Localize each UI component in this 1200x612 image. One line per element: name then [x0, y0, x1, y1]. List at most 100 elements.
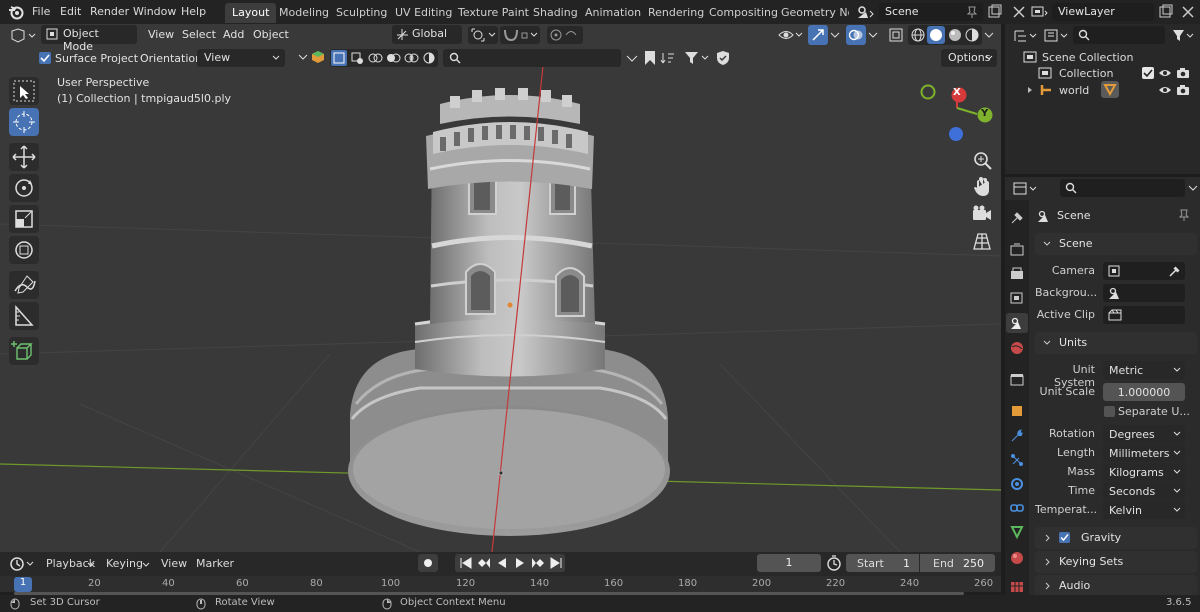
- jump-start-icon[interactable]: [459, 557, 473, 569]
- gizmo-z-axis[interactable]: [947, 125, 965, 143]
- scale-tool-button[interactable]: [9, 205, 39, 233]
- timeline-menu-view[interactable]: View: [161, 557, 187, 570]
- camera-render-icon[interactable]: [1176, 67, 1190, 79]
- viewport-menu-view[interactable]: View: [148, 28, 174, 41]
- visibility-icon[interactable]: [777, 26, 803, 44]
- playhead-frame-label[interactable]: 1: [14, 577, 32, 592]
- gravity-checkbox[interactable]: [1059, 532, 1070, 543]
- transform-orientation-dropdown[interactable]: Global: [392, 25, 462, 44]
- material-preview-icon[interactable]: [947, 27, 963, 43]
- overlays-dropdown-icon[interactable]: [868, 30, 878, 40]
- current-frame-field[interactable]: 1: [757, 554, 821, 572]
- particles-tab-icon[interactable]: [1009, 452, 1025, 468]
- blender-logo-icon[interactable]: [8, 4, 24, 20]
- record-button[interactable]: [418, 554, 438, 572]
- object-origin[interactable]: [507, 302, 513, 308]
- physics-tab-icon[interactable]: [1009, 476, 1025, 492]
- scene-icon[interactable]: [856, 4, 876, 20]
- wireframe-shading-icon[interactable]: [910, 27, 926, 43]
- constraints-tab-icon[interactable]: [1009, 500, 1025, 516]
- xray-toggle-icon[interactable]: [887, 26, 905, 44]
- gravity-panel-header[interactable]: Gravity: [1035, 527, 1197, 549]
- select-box-icon[interactable]: [331, 50, 347, 66]
- menu-edit[interactable]: Edit: [60, 5, 81, 18]
- tab-texture-paint[interactable]: Texture Paint: [451, 3, 536, 23]
- mode-selector[interactable]: Object Mode: [41, 25, 137, 53]
- menu-file[interactable]: File: [32, 5, 50, 18]
- background-field[interactable]: [1103, 284, 1185, 302]
- jump-end-icon[interactable]: [549, 557, 563, 569]
- tool-tab-icon[interactable]: [1009, 210, 1025, 226]
- start-frame-field[interactable]: Start 1: [846, 554, 919, 572]
- remove-scene-icon[interactable]: [1011, 4, 1027, 20]
- editor-type-icon[interactable]: [9, 27, 37, 45]
- keying-sets-panel-header[interactable]: Keying Sets: [1035, 551, 1197, 573]
- filter-icon[interactable]: [684, 50, 712, 66]
- jump-keyframe-forward-icon[interactable]: [531, 557, 545, 569]
- render-tab-icon[interactable]: [1009, 242, 1025, 258]
- outliner-item-world[interactable]: world: [1059, 84, 1089, 97]
- play-reverse-icon[interactable]: [495, 557, 509, 569]
- texture-tab-icon[interactable]: [1009, 580, 1025, 592]
- remove-view-layer-icon[interactable]: [1180, 4, 1196, 20]
- menu-render[interactable]: Render: [90, 5, 129, 18]
- select-extend-icon[interactable]: [349, 50, 365, 66]
- view-layer-icon[interactable]: [1030, 4, 1050, 20]
- object-tab-icon[interactable]: [1009, 403, 1025, 419]
- output-tab-icon[interactable]: [1009, 266, 1025, 282]
- view-layer-selector[interactable]: ViewLayer: [1052, 3, 1154, 21]
- material-tab-icon[interactable]: [1009, 550, 1025, 566]
- 3d-cursor[interactable]: [498, 470, 504, 476]
- eyedropper-icon[interactable]: [1168, 264, 1180, 278]
- options-dropdown[interactable]: Options: [941, 49, 997, 67]
- unit-scale-field[interactable]: 1.000000: [1103, 383, 1185, 401]
- rendered-shading-icon[interactable]: [964, 27, 980, 43]
- outliner-editor-type-icon[interactable]: [1012, 27, 1038, 45]
- viewport-menu-add[interactable]: Add: [223, 28, 244, 41]
- new-view-layer-icon[interactable]: [1158, 4, 1174, 20]
- scene-panel-header[interactable]: Scene: [1035, 233, 1197, 255]
- add-cube-tool-button[interactable]: [9, 337, 39, 365]
- modifier-wrench-icon[interactable]: [1009, 428, 1025, 444]
- tab-layout[interactable]: Layout: [225, 3, 277, 23]
- shading-dropdown-icon[interactable]: [984, 30, 994, 40]
- cursor-tool-button[interactable]: [9, 108, 39, 136]
- pin-icon[interactable]: [966, 5, 978, 19]
- mesh-data-icon[interactable]: [1101, 81, 1119, 98]
- time-dropdown[interactable]: Seconds: [1103, 482, 1185, 500]
- menu-help[interactable]: Help: [181, 5, 206, 18]
- measure-tool-button[interactable]: [9, 302, 39, 330]
- tab-modeling[interactable]: Modeling: [272, 3, 336, 23]
- end-frame-field[interactable]: End 250: [920, 554, 995, 572]
- scene-tab-icon[interactable]: [1006, 313, 1028, 333]
- tab-compositing[interactable]: Compositing: [702, 3, 785, 23]
- viewport-search-field[interactable]: [443, 49, 621, 67]
- solid-shading-icon[interactable]: [927, 26, 945, 44]
- camera-render-icon[interactable]: [1176, 84, 1190, 96]
- timeline-menu-keying[interactable]: Keying: [106, 557, 143, 570]
- world-tab-icon[interactable]: [1009, 340, 1025, 356]
- zoom-icon[interactable]: [970, 148, 994, 172]
- play-icon[interactable]: [513, 557, 527, 569]
- tool-settings-dropdown-icon[interactable]: [298, 52, 308, 62]
- camera-field[interactable]: [1103, 262, 1185, 280]
- sort-icon[interactable]: [660, 50, 676, 66]
- tab-uv-editing[interactable]: UV Editing: [388, 3, 459, 23]
- transform-tool-button[interactable]: [9, 236, 39, 264]
- outliner-item-collection[interactable]: Collection: [1059, 67, 1113, 80]
- orthographic-grid-icon[interactable]: [970, 229, 994, 253]
- tab-geometry-nodes[interactable]: Geometry Noc: [774, 3, 849, 23]
- select-intersect-icon[interactable]: [403, 50, 419, 66]
- move-tool-button[interactable]: [9, 143, 39, 171]
- jump-keyframe-back-icon[interactable]: [477, 557, 491, 569]
- gizmo-toggle-icon[interactable]: [808, 25, 828, 45]
- select-tool-button[interactable]: [9, 77, 39, 105]
- length-dropdown[interactable]: Millimeters: [1103, 444, 1185, 462]
- new-scene-icon[interactable]: [987, 4, 1003, 20]
- gizmo-neg-y-dot[interactable]: [920, 84, 936, 100]
- mass-dropdown[interactable]: Kilograms: [1103, 463, 1185, 481]
- collection-tab-icon[interactable]: [1009, 372, 1025, 388]
- tower-model[interactable]: [348, 88, 670, 536]
- proportional-editing-icon[interactable]: [547, 26, 583, 44]
- viewport-menu-select[interactable]: Select: [182, 28, 216, 41]
